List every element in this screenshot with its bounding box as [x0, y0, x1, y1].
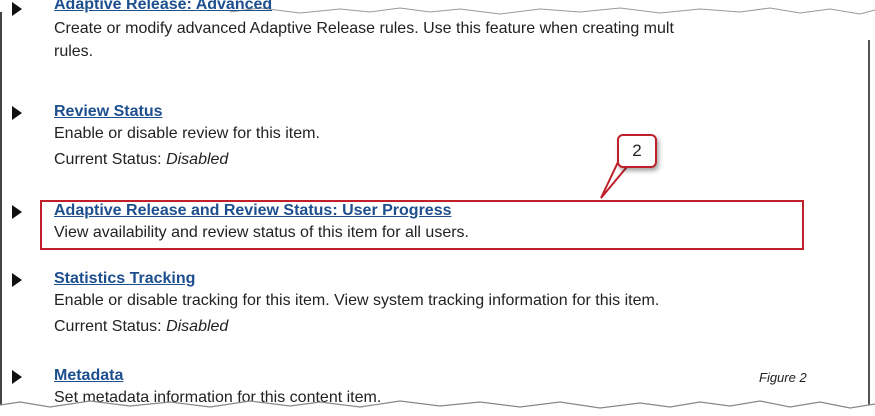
link-statistics-tracking[interactable]: Statistics Tracking [54, 270, 195, 288]
description-review-status: Enable or disable review for this item. [54, 125, 320, 142]
callout-badge: 2 [617, 134, 657, 168]
triangle-right-icon [12, 106, 22, 120]
status-review-status: Current Status: Disabled [54, 151, 228, 169]
status-value: Disabled [166, 318, 229, 335]
triangle-right-icon [12, 205, 22, 219]
link-adaptive-release-advanced[interactable]: Adaptive Release: Advanced [54, 0, 272, 14]
triangle-right-icon [12, 2, 22, 16]
highlight-box [40, 200, 804, 250]
link-metadata[interactable]: Metadata [54, 367, 123, 385]
description-adaptive-release-advanced: Create or modify advanced Adaptive Relea… [54, 20, 674, 37]
status-label: Current Status: [54, 151, 162, 168]
status-statistics-tracking: Current Status: Disabled [54, 318, 228, 336]
description-adaptive-release-advanced-cont: rules. [54, 43, 94, 60]
figure-label: Figure 2 [759, 370, 807, 385]
link-review-status[interactable]: Review Status [54, 103, 162, 121]
triangle-right-icon [12, 370, 22, 384]
torn-bottom-edge [0, 400, 875, 416]
status-value: Disabled [166, 151, 229, 168]
status-label: Current Status: [54, 318, 162, 335]
triangle-right-icon [12, 273, 22, 287]
left-frame-border [0, 0, 2, 416]
description-statistics-tracking: Enable or disable tracking for this item… [54, 292, 660, 309]
